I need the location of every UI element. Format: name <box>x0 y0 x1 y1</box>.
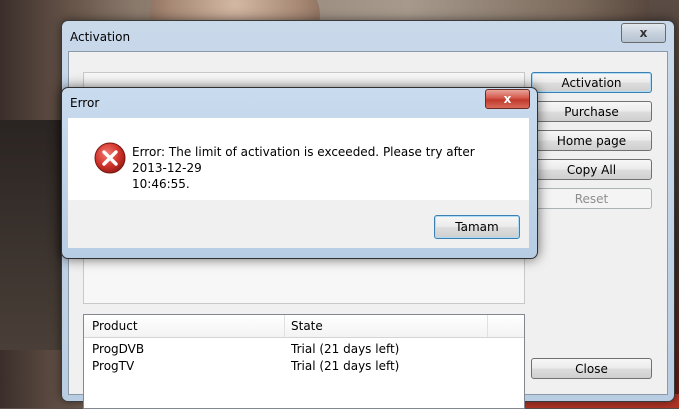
table-row[interactable]: ProgDVB Trial (21 days left) <box>84 342 524 358</box>
column-divider[interactable] <box>487 315 488 337</box>
table-row[interactable]: ProgTV Trial (21 days left) <box>84 359 524 375</box>
error-message-line-1: Error: The limit of activation is exceed… <box>132 145 475 175</box>
product-list-header: Product State <box>84 315 524 338</box>
copy-all-button[interactable]: Copy All <box>531 159 652 180</box>
error-message-line-2: 10:46:55. <box>132 177 190 191</box>
home-page-button[interactable]: Home page <box>531 130 652 151</box>
activation-close-icon[interactable]: x <box>621 23 666 43</box>
error-dialog-title: Error <box>70 96 100 110</box>
column-header-product[interactable]: Product <box>92 319 138 333</box>
background-photo-shoulder <box>0 120 70 350</box>
state-cell: Trial (21 days left) <box>291 359 400 373</box>
product-cell: ProgTV <box>92 359 135 373</box>
error-icon <box>94 142 126 174</box>
state-cell: Trial (21 days left) <box>291 342 400 356</box>
product-list[interactable]: Product State ProgDVB Trial (21 days lef… <box>83 314 525 409</box>
purchase-button[interactable]: Purchase <box>531 101 652 122</box>
column-header-state[interactable]: State <box>291 319 323 333</box>
reset-button[interactable]: Reset <box>531 188 652 209</box>
error-message: Error: The limit of activation is exceed… <box>132 144 512 192</box>
activation-window-title: Activation <box>70 30 131 44</box>
activation-button[interactable]: Activation <box>531 72 652 93</box>
error-close-icon[interactable]: x <box>485 89 530 109</box>
close-button[interactable]: Close <box>531 358 652 379</box>
error-dialog: Error x Error: The limit of activation i… <box>61 87 538 259</box>
ok-button[interactable]: Tamam <box>434 215 520 239</box>
error-message-area: Error: The limit of activation is exceed… <box>68 118 529 200</box>
product-cell: ProgDVB <box>92 342 145 356</box>
column-divider[interactable] <box>284 315 285 337</box>
